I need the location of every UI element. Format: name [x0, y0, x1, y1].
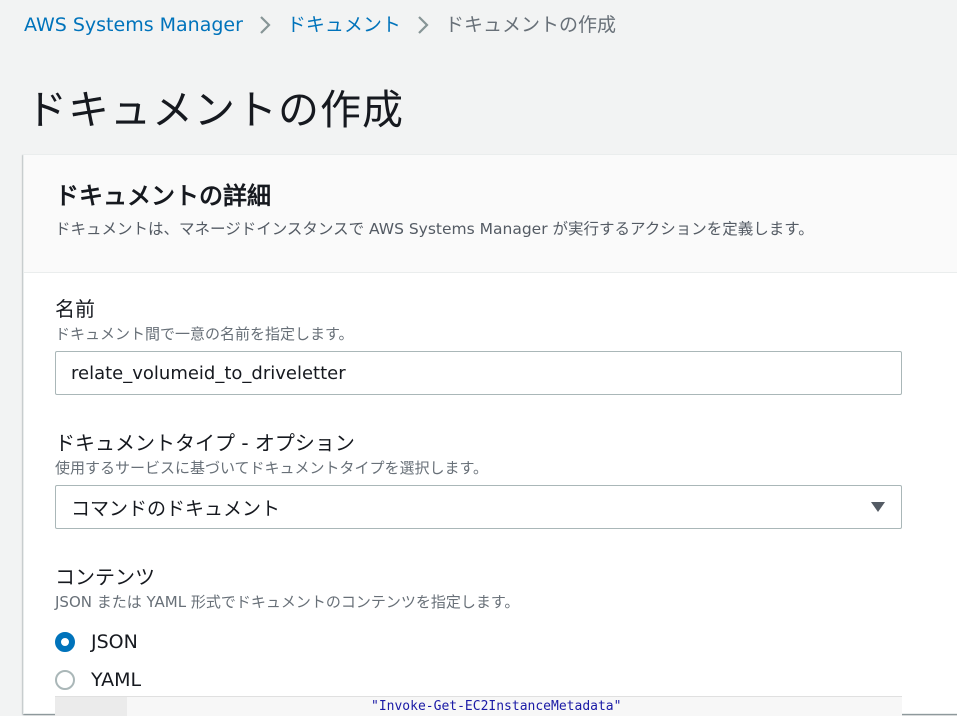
radio-yaml-unchecked-icon[interactable] [55, 670, 75, 690]
document-name-input[interactable]: relate_volumeid_to_driveletter [55, 351, 902, 395]
name-label: 名前 [55, 297, 95, 321]
document-type-selected: コマンドのドキュメント [71, 497, 281, 520]
radio-option-yaml[interactable]: YAML [55, 661, 519, 699]
content-format-radio-group: JSON YAML [55, 623, 519, 699]
chevron-right-icon [417, 16, 429, 34]
panel-description: ドキュメントは、マネージドインスタンスで AWS Systems Manager… [55, 220, 814, 238]
panel-header: ドキュメントの詳細 ドキュメントは、マネージドインスタンスで AWS Syste… [24, 155, 957, 273]
radio-option-json[interactable]: JSON [55, 623, 519, 661]
content-field: コンテンツ JSON または YAML 形式でドキュメントのコンテンツを指定しま… [55, 563, 519, 699]
document-type-field: ドキュメントタイプ - オプション 使用するサービスに基づいてドキュメントタイプ… [55, 429, 902, 529]
document-type-select[interactable]: コマンドのドキュメント [55, 485, 902, 529]
radio-yaml-label[interactable]: YAML [91, 669, 141, 691]
breadcrumb-link-systems-manager[interactable]: AWS Systems Manager [24, 12, 243, 38]
radio-json-checked-icon[interactable] [55, 632, 75, 652]
name-description: ドキュメント間で一意の名前を指定します。 [55, 325, 354, 343]
editor-gutter [55, 697, 127, 716]
caret-down-icon [871, 502, 885, 512]
panel-title: ドキュメントの詳細 [55, 182, 271, 210]
content-label: コンテンツ [55, 565, 155, 589]
content-editor[interactable]: "Invoke-Get-EC2InstanceMetadata" [55, 696, 902, 716]
content-description: JSON または YAML 形式でドキュメントのコンテンツを指定します。 [55, 593, 520, 611]
name-field: 名前 ドキュメント間で一意の名前を指定します。 relate_volumeid_… [55, 295, 902, 395]
radio-json-label[interactable]: JSON [91, 631, 138, 653]
document-details-panel: ドキュメントの詳細 ドキュメントは、マネージドインスタンスで AWS Syste… [23, 154, 957, 716]
chevron-right-icon [259, 16, 271, 34]
page-title: ドキュメントの作成 [26, 86, 404, 134]
document-type-description: 使用するサービスに基づいてドキュメントタイプを選択します。 [55, 459, 489, 477]
document-type-label: ドキュメントタイプ - オプション [55, 431, 355, 455]
editor-code-line: "Invoke-Get-EC2InstanceMetadata" [371, 699, 622, 714]
breadcrumb-link-documents[interactable]: ドキュメント [287, 12, 401, 38]
breadcrumb-current: ドキュメントの作成 [444, 14, 616, 36]
breadcrumb: AWS Systems Manager ドキュメント ドキュメントの作成 [24, 12, 616, 38]
